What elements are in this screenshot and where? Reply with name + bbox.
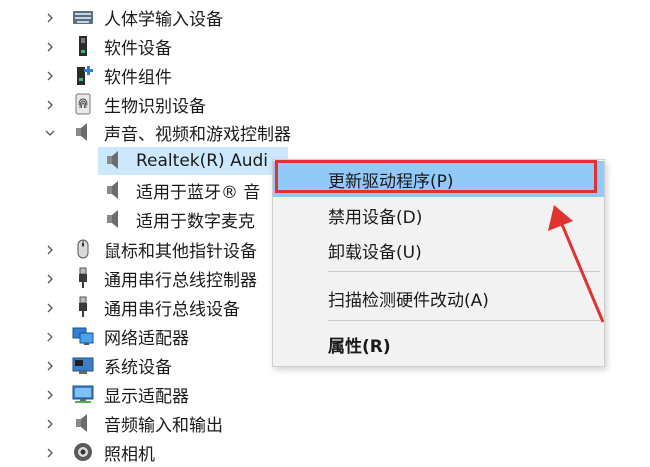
annotation-highlight-box — [275, 160, 597, 193]
chevron-right-icon[interactable] — [44, 447, 56, 459]
software-device-icon — [72, 34, 94, 58]
chevron-right-icon[interactable] — [44, 12, 56, 24]
menu-separator — [328, 271, 600, 272]
speaker-icon — [72, 411, 94, 435]
chevron-right-icon[interactable] — [44, 273, 56, 285]
software-component-icon — [72, 63, 94, 87]
chevron-right-icon[interactable] — [44, 41, 56, 53]
chevron-right-icon[interactable] — [44, 99, 56, 111]
speaker-icon — [103, 178, 125, 202]
menu-item-uninstall-device[interactable]: 卸载设备(U) — [273, 232, 604, 268]
chevron-right-icon[interactable] — [44, 389, 56, 401]
system-device-icon — [72, 353, 94, 377]
fingerprint-icon — [72, 92, 94, 116]
chevron-right-icon[interactable] — [44, 360, 56, 372]
usb-icon — [72, 295, 94, 319]
keyboard-icon — [72, 5, 94, 29]
menu-item-scan-hardware[interactable]: 扫描检测硬件改动(A) — [273, 280, 604, 316]
camera-icon — [72, 440, 94, 464]
menu-item-disable-device[interactable]: 禁用设备(D) — [273, 197, 604, 233]
menu-separator — [328, 320, 600, 321]
menu-item-properties[interactable]: 属性(R) — [273, 326, 604, 362]
speaker-icon — [103, 207, 125, 231]
chevron-down-icon[interactable] — [44, 127, 56, 139]
speaker-icon — [72, 120, 94, 144]
usb-icon — [72, 266, 94, 290]
chevron-right-icon[interactable] — [44, 244, 56, 256]
speaker-icon — [103, 148, 125, 172]
mouse-icon — [72, 237, 94, 261]
chevron-right-icon[interactable] — [44, 418, 56, 430]
chevron-right-icon[interactable] — [44, 70, 56, 82]
display-icon — [72, 382, 94, 406]
chevron-right-icon[interactable] — [44, 302, 56, 314]
network-icon — [72, 324, 94, 348]
chevron-right-icon[interactable] — [44, 331, 56, 343]
